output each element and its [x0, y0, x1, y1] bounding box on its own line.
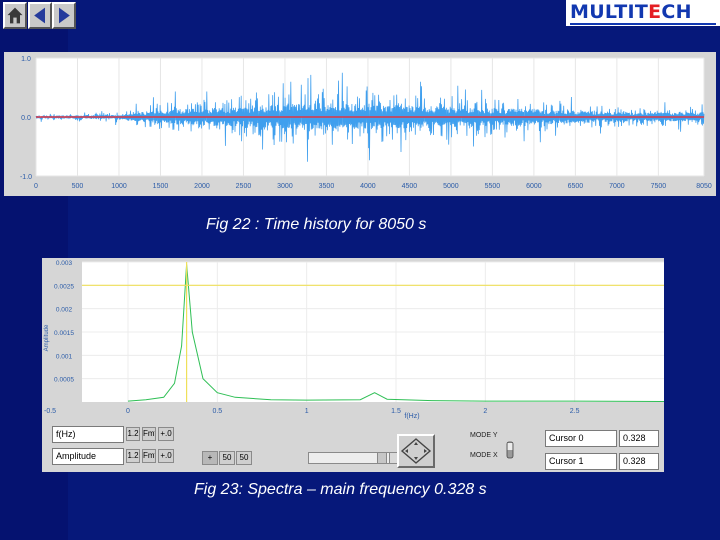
x-tick-label: 1: [305, 408, 309, 415]
y-tick-label: 0.002: [56, 307, 73, 314]
x-tick-label: 3000: [277, 183, 293, 190]
mode-x-label: MODE X: [470, 452, 498, 459]
x-tick-label: 1000: [111, 183, 127, 190]
x-tick-label: 1.5: [391, 408, 401, 415]
cursor1-value-field[interactable]: 0.328: [619, 453, 659, 470]
y-axis-name-field[interactable]: Amplitude: [52, 448, 124, 465]
y-format-button[interactable]: 1.2: [126, 449, 140, 463]
cursor1-name-field[interactable]: Cursor 1: [545, 453, 617, 470]
spectrum-chart: -0.5 0 0.5 1 1.5 2 2.5 0.003 0.0025 0.002 0.0015 0.…: [44, 260, 664, 420]
y-tick-label: 0.0: [21, 115, 31, 122]
x-tick-label: 0: [34, 183, 38, 190]
spectrum-panel: -0.5 0 0.5 1 1.5 2 2.5 0.003 0.0025 0.002 0.0015 0.…: [42, 258, 664, 420]
company-logo: MULTITECH: [566, 0, 720, 26]
y-mapping-button[interactable]: +.0: [158, 449, 174, 463]
forward-button[interactable]: [52, 2, 76, 29]
y-tick-label: 0.0005: [54, 377, 74, 384]
y-tick-label: 0.0025: [54, 283, 74, 290]
y-tick-label: 0.0015: [54, 330, 74, 337]
x-tick-label: 6000: [526, 183, 542, 190]
fig22-caption: Fig 22 : Time history for 8050 s: [206, 216, 427, 233]
back-button[interactable]: [28, 2, 52, 29]
y-tick-label: -1.0: [20, 174, 32, 181]
time-history-chart: 0 500 1000 1500 2000 2500 3000 3500 4000 4500 5000…: [20, 56, 712, 190]
x-tick-label: 5000: [443, 183, 459, 190]
x-tick-label: 500: [72, 183, 84, 190]
x-axis-name-field[interactable]: f(Hz): [52, 426, 124, 443]
y-tick-label: 1.0: [21, 56, 31, 63]
x-axis-label: f(Hz): [404, 413, 419, 420]
mode-toggle-switch[interactable]: [505, 440, 515, 460]
x-tick-label: -0.5: [44, 408, 56, 415]
cursor0-value-field[interactable]: 0.328: [619, 430, 659, 447]
x-tick-label: 7500: [651, 183, 667, 190]
diamond-arrows-icon: [400, 438, 432, 464]
y-tick-label: 0.001: [56, 353, 73, 360]
home-button[interactable]: [3, 2, 27, 29]
x-tick-label: 4500: [402, 183, 418, 190]
x-tick-label: 4000: [360, 183, 376, 190]
x-tick-label: 3500: [319, 183, 335, 190]
zoom-x-button[interactable]: 50: [219, 451, 235, 465]
forward-arrow-icon: [59, 7, 70, 24]
zoom-y-button[interactable]: 50: [236, 451, 252, 465]
cursor-move-pad[interactable]: [397, 434, 435, 468]
cursor0-name-field[interactable]: Cursor 0: [545, 430, 617, 447]
x-tick-label: 2.5: [570, 408, 580, 415]
back-arrow-icon: [34, 7, 45, 24]
x-tick-label: 2000: [194, 183, 210, 190]
x-tick-label: 0.5: [212, 408, 222, 415]
graph-controls: f(Hz) 1.2 Fmt +.0 Amplitude 1.2 Fmt +.0 …: [42, 420, 664, 472]
x-tick-label: 2: [483, 408, 487, 415]
zoom-button[interactable]: +: [202, 451, 218, 465]
x-format-button[interactable]: 1.2: [126, 427, 140, 441]
scroll-slider[interactable]: [308, 452, 402, 464]
y-tick-label: 0.003: [56, 260, 73, 267]
x-tick-label: 1500: [153, 183, 169, 190]
x-mapping-button[interactable]: +.0: [158, 427, 174, 441]
x-tick-label: 0: [126, 408, 130, 415]
y-axis-label: Amplitude: [44, 324, 50, 351]
home-icon: [7, 7, 23, 24]
y-precision-button[interactable]: Fmt: [142, 449, 156, 463]
x-tick-label: 8050: [696, 183, 712, 190]
slider-thumb[interactable]: [377, 453, 387, 463]
time-history-panel: 0 500 1000 1500 2000 2500 3000 3500 4000 4500 5000…: [4, 52, 716, 196]
x-tick-label: 6500: [568, 183, 584, 190]
x-tick-label: 7000: [609, 183, 625, 190]
mode-y-label: MODE Y: [470, 432, 498, 439]
x-tick-label: 5500: [485, 183, 501, 190]
x-tick-label: 2500: [236, 183, 252, 190]
x-precision-button[interactable]: Fmt: [142, 427, 156, 441]
fig23-caption: Fig 23: Spectra – main frequency 0.328 s: [194, 481, 487, 498]
